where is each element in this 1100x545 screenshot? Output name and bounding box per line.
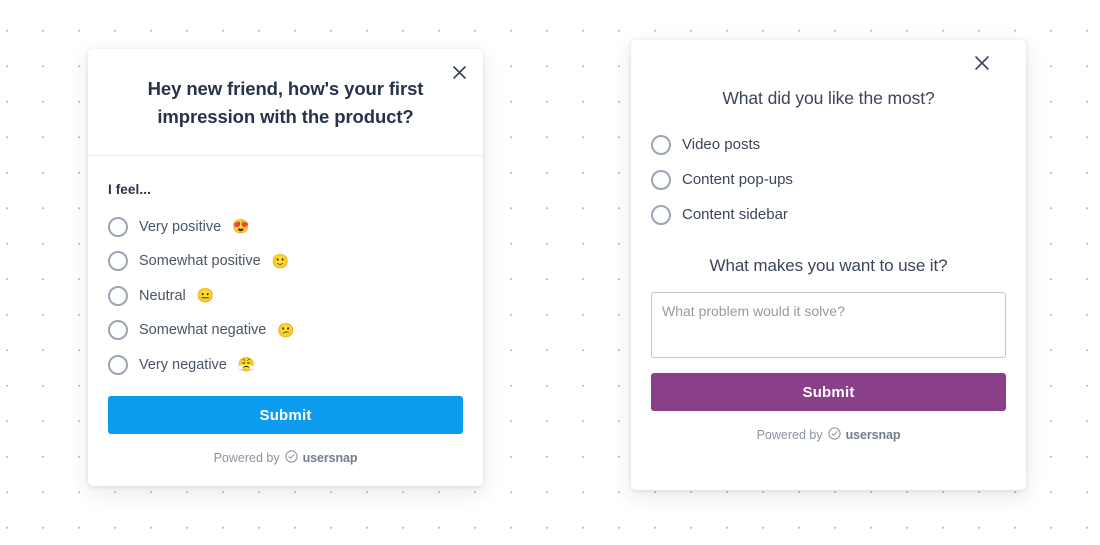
close-icon[interactable] xyxy=(971,52,993,74)
card-header: Hey new friend, how's your first impress… xyxy=(88,49,483,156)
powered-by-footer: Powered by usersnap xyxy=(651,427,1006,443)
option-label: Very negative xyxy=(139,356,227,373)
submit-button[interactable]: Submit xyxy=(108,396,463,434)
card-header: What did you like the most? xyxy=(651,40,1006,127)
feature-preference-survey-card: What did you like the most? Video posts … xyxy=(631,40,1026,490)
option-very-positive[interactable]: Very positive 😍 xyxy=(108,210,463,245)
powered-by-footer: Powered by usersnap xyxy=(108,450,463,466)
option-label: Very positive xyxy=(139,218,222,235)
feature-radio-group: Video posts Content pop-ups Content side… xyxy=(651,127,1006,232)
emoji-angry-face-icon: 😤 xyxy=(237,356,256,373)
option-label: Somewhat negative xyxy=(139,322,267,339)
first-impression-survey-card: Hey new friend, how's your first impress… xyxy=(88,49,483,486)
option-content-sidebar[interactable]: Content sidebar xyxy=(651,197,1006,232)
emoji-confused-face-icon: 😕 xyxy=(277,321,295,338)
radio-icon[interactable] xyxy=(108,285,128,306)
page-title: Hey new friend, how's your first impress… xyxy=(147,78,424,127)
page-title: What did you like the most? xyxy=(722,88,935,108)
emoji-slight-smile-icon: 🙂 xyxy=(271,252,290,269)
radio-icon[interactable] xyxy=(108,251,128,272)
check-circle-icon xyxy=(284,450,298,466)
option-very-negative[interactable]: Very negative 😤 xyxy=(108,348,463,383)
close-icon[interactable] xyxy=(448,61,470,83)
option-content-pop-ups[interactable]: Content pop-ups xyxy=(651,162,1006,197)
radio-icon[interactable] xyxy=(651,169,671,190)
secondary-question-title: What makes you want to use it? xyxy=(709,256,948,275)
powered-by-text: Powered by xyxy=(213,451,280,465)
option-somewhat-positive[interactable]: Somewhat positive 🙂 xyxy=(108,244,463,279)
sentiment-radio-group: Very positive 😍 Somewhat positive 🙂 Neut… xyxy=(108,210,463,383)
option-neutral[interactable]: Neutral 😐 xyxy=(108,279,463,314)
radio-icon[interactable] xyxy=(651,204,671,225)
brand-name: usersnap xyxy=(302,451,358,465)
emoji-neutral-face-icon: 😐 xyxy=(196,287,215,304)
option-label: Video posts xyxy=(682,136,761,153)
radio-icon[interactable] xyxy=(108,354,128,375)
option-video-posts[interactable]: Video posts xyxy=(651,127,1006,162)
radio-icon[interactable] xyxy=(108,216,128,237)
field-label: I feel... xyxy=(108,181,151,197)
free-text-input[interactable] xyxy=(651,292,1006,358)
option-somewhat-negative[interactable]: Somewhat negative 😕 xyxy=(108,313,463,348)
check-circle-icon xyxy=(827,427,841,443)
radio-icon[interactable] xyxy=(651,134,671,155)
card-body: I feel... Very positive 😍 Somewhat posit… xyxy=(88,156,483,467)
option-label: Content pop-ups xyxy=(682,171,793,188)
option-label: Neutral xyxy=(139,287,186,304)
brand-name: usersnap xyxy=(845,428,901,442)
submit-button[interactable]: Submit xyxy=(651,373,1006,411)
powered-by-text: Powered by xyxy=(756,428,823,442)
radio-icon[interactable] xyxy=(108,320,128,341)
emoji-heart-eyes-icon: 😍 xyxy=(232,218,250,235)
option-label: Content sidebar xyxy=(682,206,788,223)
survey-stage: Hey new friend, how's your first impress… xyxy=(0,0,1100,545)
option-label: Somewhat positive xyxy=(139,253,261,270)
